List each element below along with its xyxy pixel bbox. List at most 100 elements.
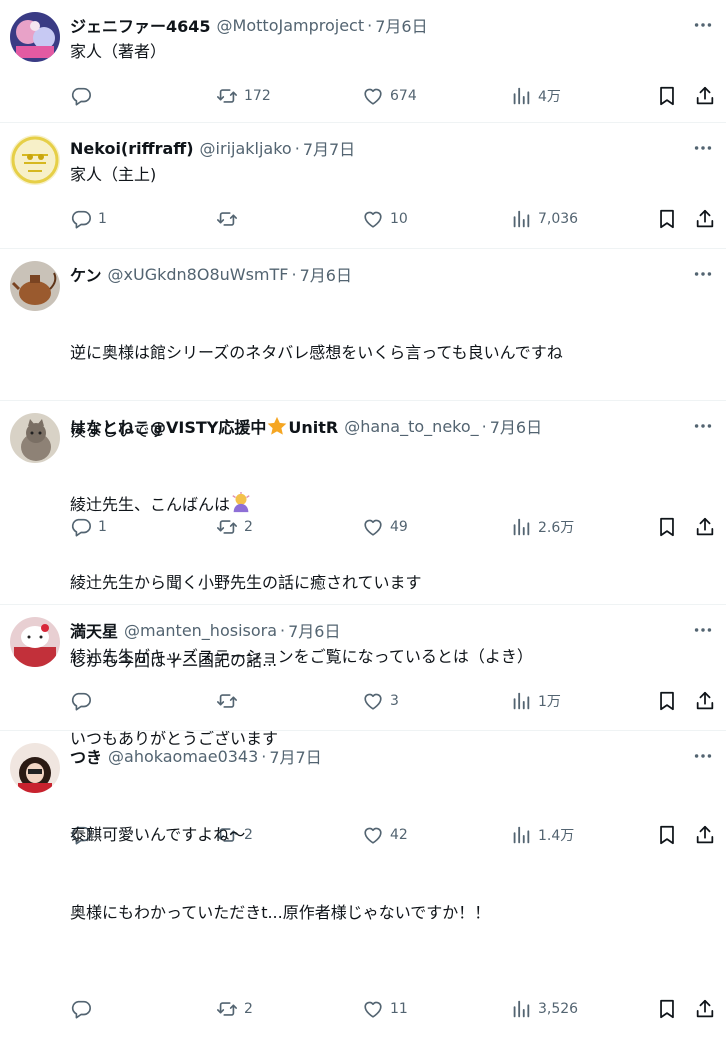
separator-dot: · xyxy=(481,416,487,436)
tweet-text: 家人（著者） xyxy=(70,39,710,65)
tweet-text: 家人（主上) xyxy=(70,162,710,188)
reply-button[interactable] xyxy=(70,992,98,1026)
share-icon[interactable] xyxy=(694,690,716,712)
views-count: 7,036 xyxy=(538,211,579,227)
separator-dot: · xyxy=(291,264,297,284)
text-line: 逆に奥様は館シリーズのネタバレ感想をいくら言っても良いんですね xyxy=(70,343,563,362)
text-line: 奥様にもわかっていただきt...原作者様じゃないですか！！ xyxy=(70,903,491,922)
action-bar: 3 1万 xyxy=(70,684,710,736)
display-name[interactable]: つき xyxy=(70,744,102,768)
display-name[interactable]: ケン xyxy=(70,262,102,286)
views-count: 3,526 xyxy=(538,1001,579,1017)
reply-button[interactable] xyxy=(70,684,98,718)
like-icon xyxy=(362,85,384,107)
like-count: 11 xyxy=(390,1001,408,1017)
post-date[interactable]: 7月7日 xyxy=(303,136,355,160)
repost-button[interactable] xyxy=(216,202,244,236)
views-button[interactable]: 1万 xyxy=(510,684,561,718)
bookmark-icon[interactable] xyxy=(656,208,678,230)
tweet[interactable]: ケン @xUGkdn8O8uWsmTF · 7月6日 逆に奥様は館シリーズのネタ… xyxy=(0,249,726,401)
post-date[interactable]: 7月6日 xyxy=(300,262,352,286)
reply-button[interactable] xyxy=(70,79,98,113)
repost-button[interactable]: 172 xyxy=(216,79,271,113)
views-button[interactable]: 4万 xyxy=(510,79,561,113)
repost-count: 2 xyxy=(244,1001,253,1017)
views-button[interactable]: 3,526 xyxy=(510,992,578,1026)
more-icon[interactable] xyxy=(692,619,714,641)
separator-dot: · xyxy=(367,15,373,35)
like-button[interactable]: 674 xyxy=(362,79,417,113)
post-date[interactable]: 7月6日 xyxy=(490,414,542,438)
user-handle[interactable]: @xUGkdn8O8uWsmTF xyxy=(108,265,289,284)
text-line: 綾辻先生がキッズステーションをご覧になっているとは（よき） xyxy=(70,647,533,666)
bookmark-icon[interactable] xyxy=(656,690,678,712)
more-icon[interactable] xyxy=(692,263,714,285)
like-button[interactable]: 10 xyxy=(362,202,408,236)
post-date[interactable]: 7月6日 xyxy=(288,618,340,642)
text-line: 綾辻先生から聞く小野先生の話に癒されています xyxy=(70,573,422,592)
like-icon xyxy=(362,208,384,230)
display-name[interactable]: Nekoi(riffraff) xyxy=(70,139,194,158)
like-icon xyxy=(362,690,384,712)
action-bar: 1 10 7,036 xyxy=(70,202,710,254)
avatar[interactable] xyxy=(10,413,60,463)
reply-button[interactable]: 1 xyxy=(70,202,107,236)
text-line: 家人（主上) xyxy=(70,165,157,184)
views-icon xyxy=(510,998,532,1020)
more-icon[interactable] xyxy=(692,415,714,437)
repost-icon xyxy=(216,690,238,712)
avatar[interactable] xyxy=(10,261,60,311)
like-icon xyxy=(362,998,384,1020)
share-icon[interactable] xyxy=(694,85,716,107)
action-bar: 2 11 3,526 xyxy=(70,992,710,1044)
views-icon xyxy=(510,690,532,712)
user-handle[interactable]: @hana_to_neko_ xyxy=(344,417,478,436)
post-date[interactable]: 7月7日 xyxy=(269,744,321,768)
more-icon[interactable] xyxy=(692,14,714,36)
tweet[interactable]: つき @ahokaomae0343 · 7月7日 泰麒可愛いんですよね〜 奥様に… xyxy=(0,731,726,872)
bookmark-icon[interactable] xyxy=(656,998,678,1020)
repost-button[interactable] xyxy=(216,684,244,718)
tweet[interactable]: Nekoi(riffraff) @irijakljako · 7月7日 家人（主… xyxy=(0,123,726,249)
avatar[interactable] xyxy=(10,135,60,185)
views-count: 4万 xyxy=(538,89,561,105)
bookmark-icon[interactable] xyxy=(656,85,678,107)
tweet[interactable]: ジェニファー4645 @MottoJamproject · 7月6日 家人（著者… xyxy=(0,0,726,123)
user-handle[interactable]: @ahokaomae0343 xyxy=(108,747,258,766)
reply-icon xyxy=(70,690,92,712)
display-name[interactable]: はなとねこ@VISTY応援中 UnitR xyxy=(70,414,338,438)
repost-button[interactable]: 2 xyxy=(216,992,253,1026)
reply-feed: ジェニファー4645 @MottoJamproject · 7月6日 家人（著者… xyxy=(0,0,726,872)
avatar[interactable] xyxy=(10,743,60,793)
share-icon[interactable] xyxy=(694,208,716,230)
avatar[interactable] xyxy=(10,617,60,667)
like-count: 10 xyxy=(390,211,408,227)
like-count: 674 xyxy=(390,88,417,104)
tweet[interactable]: 満天星 @manten_hosisora · 7月6日 綾辻先生がキッズステーシ… xyxy=(0,605,726,731)
reply-icon xyxy=(70,998,92,1020)
share-icon[interactable] xyxy=(694,998,716,1020)
star-emoji-icon xyxy=(268,416,287,435)
bowing-person-emoji-icon xyxy=(232,492,250,513)
text-line: 綾辻先生、こんばんは xyxy=(70,492,710,518)
display-name[interactable]: 満天星 xyxy=(70,618,118,642)
reply-icon xyxy=(70,208,92,230)
post-date[interactable]: 7月6日 xyxy=(375,13,427,37)
like-button[interactable]: 3 xyxy=(362,684,399,718)
tweet[interactable]: はなとねこ@VISTY応援中 UnitR @hana_to_neko_ · 7月6… xyxy=(0,401,726,605)
display-name[interactable]: ジェニファー4645 xyxy=(70,13,211,37)
views-button[interactable]: 7,036 xyxy=(510,202,578,236)
like-button[interactable]: 11 xyxy=(362,992,408,1026)
user-handle[interactable]: @MottoJamproject xyxy=(217,16,365,35)
more-icon[interactable] xyxy=(692,137,714,159)
separator-dot: · xyxy=(261,746,267,766)
text-line: 泰麒可愛いんですよね〜 xyxy=(70,825,246,844)
views-icon xyxy=(510,85,532,107)
user-handle[interactable]: @manten_hosisora xyxy=(124,621,277,640)
repost-icon xyxy=(216,998,238,1020)
avatar[interactable] xyxy=(10,12,60,62)
text-line: 家人（著者） xyxy=(70,42,167,61)
user-handle[interactable]: @irijakljako xyxy=(200,139,292,158)
repost-icon xyxy=(216,85,238,107)
more-icon[interactable] xyxy=(692,745,714,767)
